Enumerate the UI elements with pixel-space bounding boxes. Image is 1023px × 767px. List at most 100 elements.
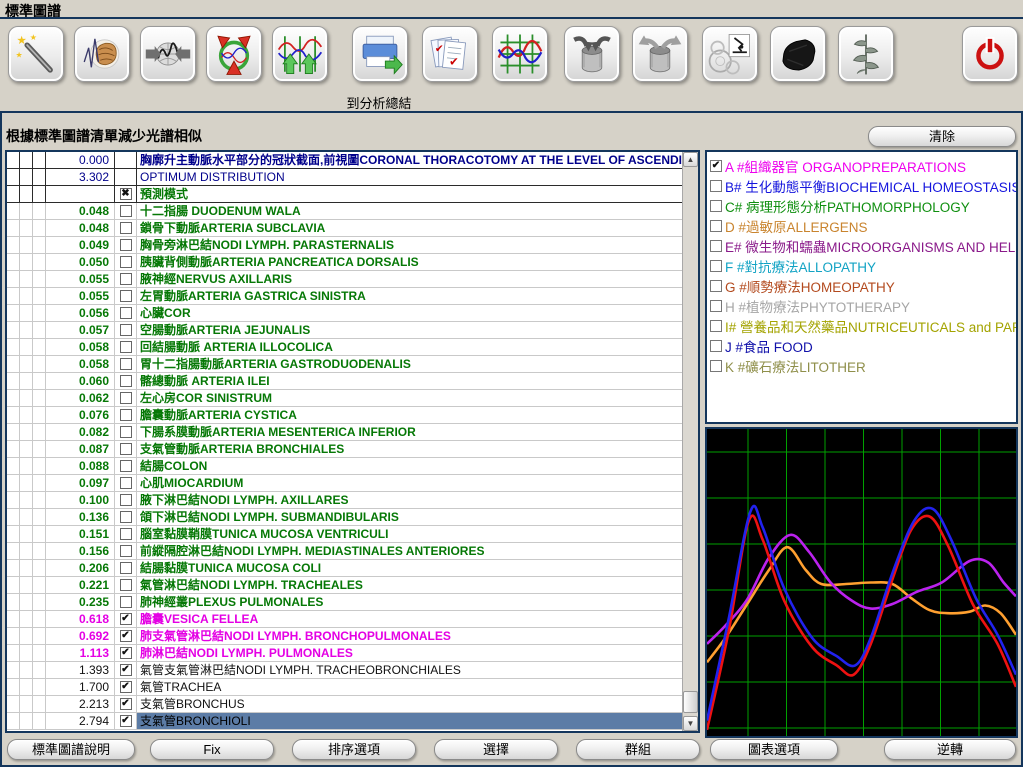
category-item[interactable]: ✔A #組織器官 ORGANOPREPARATIONS xyxy=(707,156,1016,176)
toolbar-button-microscope[interactable] xyxy=(702,26,758,82)
table-row[interactable]: 0.055左胃動脈ARTERIA GASTRICA SINISTRA xyxy=(7,288,682,305)
row-checkbox[interactable] xyxy=(120,426,132,438)
row-checkbox[interactable] xyxy=(120,375,132,387)
category-checkbox[interactable] xyxy=(710,240,722,252)
table-row[interactable]: 0.048十二指腸 DUODENUM WALA xyxy=(7,203,682,220)
row-checkbox-checked[interactable]: ✔ xyxy=(120,664,132,676)
table-row[interactable]: 0.097心肌MIOCARDIUM xyxy=(7,475,682,492)
table-row[interactable]: 0.206結腸黏膜TUNICA MUCOSA COLI xyxy=(7,560,682,577)
table-row[interactable]: 0.087支氣管動脈ARTERIA BRONCHIALES xyxy=(7,441,682,458)
table-row[interactable]: 2.794✔支氣管BRONCHIOLI xyxy=(7,713,682,730)
etalon-info-button[interactable]: 標準圖譜說明 xyxy=(7,739,135,760)
table-row[interactable]: 0.062左心房COR SINISTRUM xyxy=(7,390,682,407)
category-checkbox[interactable] xyxy=(710,220,722,232)
toolbar-button-container-import[interactable] xyxy=(564,26,620,82)
row-checkbox-x[interactable]: ✖ xyxy=(120,188,132,200)
row-checkbox-checked[interactable]: ✔ xyxy=(120,698,132,710)
table-row[interactable]: 0.058回結腸動脈 ARTERIA ILLOCOLICA xyxy=(7,339,682,356)
category-checkbox[interactable] xyxy=(710,340,722,352)
row-checkbox-checked[interactable]: ✔ xyxy=(120,613,132,625)
row-checkbox[interactable] xyxy=(120,511,132,523)
table-row[interactable]: 0.156前縱隔腔淋巴結NODI LYMPH. MEDIASTINALES AN… xyxy=(7,543,682,560)
row-checkbox[interactable] xyxy=(120,358,132,370)
table-row[interactable]: 0.151腦室黏膜鞘膜TUNICA MUCOSA VENTRICULI xyxy=(7,526,682,543)
category-item[interactable]: E# 微生物和蠕蟲MICROORGANISMS AND HELMI xyxy=(707,236,1016,256)
invert-button[interactable]: 逆轉 xyxy=(884,739,1016,760)
row-checkbox[interactable] xyxy=(120,256,132,268)
clear-button[interactable]: 清除 xyxy=(868,126,1016,147)
row-checkbox-checked[interactable]: ✔ xyxy=(120,630,132,642)
row-checkbox[interactable] xyxy=(120,579,132,591)
category-item[interactable]: B# 生化動態平衡BIOCHEMICAL HOMEOSTASIS xyxy=(707,176,1016,196)
row-checkbox[interactable] xyxy=(120,324,132,336)
exit-button[interactable] xyxy=(962,26,1018,82)
table-row[interactable]: 0.076膽囊動脈ARTERIA CYSTICA xyxy=(7,407,682,424)
table-row[interactable]: 0.082下腸系膜動脈ARTERIA MESENTERICA INFERIOR xyxy=(7,424,682,441)
category-checkbox[interactable] xyxy=(710,200,722,212)
table-row[interactable]: 0.088結腸COLON xyxy=(7,458,682,475)
table-row[interactable]: 0.048鎖骨下動脈ARTERIA SUBCLAVIA xyxy=(7,220,682,237)
category-checkbox[interactable]: ✔ xyxy=(710,160,722,172)
fix-button[interactable]: Fix xyxy=(150,739,274,760)
row-checkbox[interactable] xyxy=(120,392,132,404)
category-item[interactable]: I# 營養品和天然藥品NUTRICEUTICALS and PAR xyxy=(707,316,1016,336)
table-row[interactable]: 0.055腋神經NERVUS AXILLARIS xyxy=(7,271,682,288)
table-row[interactable]: 0.058胃十二指腸動脈ARTERIA GASTRODUODENALIS xyxy=(7,356,682,373)
row-checkbox[interactable] xyxy=(120,443,132,455)
table-row[interactable]: 0.049胸骨旁淋巴結NODI LYMPH. PARASTERNALIS xyxy=(7,237,682,254)
toolbar-button-graph-grid[interactable] xyxy=(492,26,548,82)
table-row[interactable]: 0.060髂總動脈 ARTERIA ILEI xyxy=(7,373,682,390)
table-row[interactable]: 0.136頜下淋巴結NODI LYMPH. SUBMANDIBULARIS xyxy=(7,509,682,526)
row-checkbox[interactable] xyxy=(120,409,132,421)
row-checkbox[interactable] xyxy=(120,494,132,506)
table-row[interactable]: 0.692✔肺支氣管淋巴結NODI LYMPH. BRONCHOPULMONAL… xyxy=(7,628,682,645)
scroll-up-icon[interactable]: ▲ xyxy=(683,152,698,167)
category-item[interactable]: C# 病理形態分析PATHOMORPHOLOGY xyxy=(707,196,1016,216)
category-checkbox[interactable] xyxy=(710,300,722,312)
row-checkbox-checked[interactable]: ✔ xyxy=(120,681,132,693)
table-row[interactable]: 3.302OPTIMUM DISTRIBUTION xyxy=(7,169,682,186)
table-row[interactable]: 0.056心臟COR xyxy=(7,305,682,322)
toolbar-button-converge-arrows[interactable] xyxy=(206,26,262,82)
select-button[interactable]: 選擇 xyxy=(434,739,558,760)
toolbar-button-spectra-compare[interactable] xyxy=(272,26,328,82)
category-checkbox[interactable] xyxy=(710,260,722,272)
row-checkbox[interactable] xyxy=(120,596,132,608)
table-row[interactable]: ✖預測模式 xyxy=(7,186,682,203)
row-checkbox[interactable] xyxy=(120,307,132,319)
toolbar-button-stone[interactable] xyxy=(770,26,826,82)
category-item[interactable]: G #順勢療法HOMEOPATHY xyxy=(707,276,1016,296)
toolbar-button-print-summary[interactable] xyxy=(352,26,408,82)
row-checkbox[interactable] xyxy=(120,545,132,557)
toolbar-button-plant[interactable] xyxy=(838,26,894,82)
table-row[interactable]: 0.000胸廓升主動脈水平部分的冠狀截面,前視圖CORONAL THORACOT… xyxy=(7,152,682,169)
table-row[interactable]: 0.235肺神經叢PLEXUS PULMONALES xyxy=(7,594,682,611)
group-button[interactable]: 群組 xyxy=(576,739,700,760)
toolbar-button-sphere-wave[interactable] xyxy=(140,26,196,82)
category-checkbox[interactable] xyxy=(710,360,722,372)
row-checkbox[interactable] xyxy=(120,562,132,574)
category-item[interactable]: J #食品 FOOD xyxy=(707,336,1016,356)
table-row[interactable]: 0.057空腸動脈ARTERIA JEJUNALIS xyxy=(7,322,682,339)
row-checkbox[interactable] xyxy=(120,239,132,251)
row-checkbox[interactable] xyxy=(120,290,132,302)
toolbar-button-container-export[interactable] xyxy=(632,26,688,82)
category-checkbox[interactable] xyxy=(710,280,722,292)
toolbar-button-reports[interactable]: ✔✔ xyxy=(422,26,478,82)
row-checkbox[interactable] xyxy=(120,528,132,540)
category-checkbox[interactable] xyxy=(710,180,722,192)
row-checkbox[interactable] xyxy=(120,341,132,353)
row-checkbox[interactable] xyxy=(120,205,132,217)
sort-options-button[interactable]: 排序選項 xyxy=(292,739,416,760)
row-checkbox-checked[interactable]: ✔ xyxy=(120,647,132,659)
table-row[interactable]: 0.100腋下淋巴結NODI LYMPH. AXILLARES xyxy=(7,492,682,509)
row-checkbox[interactable] xyxy=(120,222,132,234)
scroll-down-icon[interactable]: ▼ xyxy=(683,716,698,731)
table-row[interactable]: 0.050胰臟背側動脈ARTERIA PANCREATICA DORSALIS xyxy=(7,254,682,271)
table-scrollbar[interactable]: ▲ ▼ xyxy=(682,152,698,731)
toolbar-button-brain[interactable] xyxy=(74,26,130,82)
table-row[interactable]: 2.213✔支氣管BRONCHUS xyxy=(7,696,682,713)
row-checkbox[interactable] xyxy=(120,477,132,489)
row-checkbox[interactable] xyxy=(120,273,132,285)
category-item[interactable]: F #對抗療法ALLOPATHY xyxy=(707,256,1016,276)
